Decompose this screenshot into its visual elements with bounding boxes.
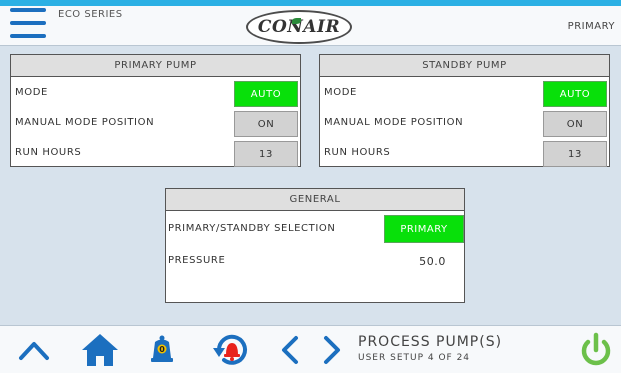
primary-pump-panel: PRIMARY PUMP MODE AUTO MANUAL MODE POSIT… [10,54,301,167]
row-label: PRIMARY/STANDBY SELECTION [168,223,336,234]
menu-icon [10,21,46,25]
standby-run-hours-value: 13 [543,141,607,167]
primary-standby-selection-row: PRIMARY/STANDBY SELECTION PRIMARY [166,213,464,243]
standby-mode-row: MODE AUTO [320,79,609,107]
chevron-left-icon[interactable] [276,326,304,373]
row-label: PRESSURE [168,255,226,266]
row-label: MANUAL MODE POSITION [15,117,155,128]
row-label: MODE [324,87,357,98]
row-label: RUN HOURS [324,147,391,158]
screen-subtitle: USER SETUP 4 OF 24 [358,353,471,363]
logo-leaf-icon [292,18,301,24]
screen-title: PROCESS PUMP(S) [358,334,503,350]
row-label: MANUAL MODE POSITION [324,117,464,128]
panel-title: STANDBY PUMP [320,55,609,77]
standby-mode-button[interactable]: AUTO [543,81,607,107]
primary-manual-position-row: MANUAL MODE POSITION ON [11,109,300,137]
mode-indicator: PRIMARY [567,21,615,32]
primary-mode-row: MODE AUTO [11,79,300,107]
alarm-history-icon[interactable] [208,326,254,373]
panel-title: PRIMARY PUMP [11,55,300,77]
home-icon[interactable] [78,326,122,373]
standby-pump-panel: STANDBY PUMP MODE AUTO MANUAL MODE POSIT… [319,54,610,167]
primary-standby-selection-button[interactable]: PRIMARY [384,215,464,243]
pressure-row: PRESSURE 50.0 [166,245,464,275]
footer-nav-bar: 0 PROCESS PUMP(S) USER SETUP 4 OF 24 [0,325,621,373]
pressure-value: 50.0 [419,255,446,268]
chevron-right-icon[interactable] [318,326,346,373]
general-panel: GENERAL PRIMARY/STANDBY SELECTION PRIMAR… [165,188,465,303]
row-label: MODE [15,87,48,98]
row-label: RUN HOURS [15,147,82,158]
panel-title: GENERAL [166,189,464,211]
conair-logo: CONAIR [246,10,352,44]
alarm-count-badge: 0 [159,345,165,354]
standby-run-hours-row: RUN HOURS 13 [320,139,609,167]
primary-mode-button[interactable]: AUTO [234,81,298,107]
primary-run-hours-value: 13 [234,141,298,167]
bell-icon[interactable]: 0 [146,326,178,373]
menu-button[interactable] [10,8,48,42]
standby-manual-position-button[interactable]: ON [543,111,607,137]
up-arrow-icon[interactable] [14,326,54,373]
header-bar: ECO SERIES CONAIR PRIMARY [0,6,621,46]
primary-manual-position-button[interactable]: ON [234,111,298,137]
primary-run-hours-row: RUN HOURS 13 [11,139,300,167]
series-label: ECO SERIES [58,9,123,20]
standby-manual-position-row: MANUAL MODE POSITION ON [320,109,609,137]
menu-icon [10,8,46,12]
power-icon[interactable] [576,326,616,373]
menu-icon [10,34,46,38]
